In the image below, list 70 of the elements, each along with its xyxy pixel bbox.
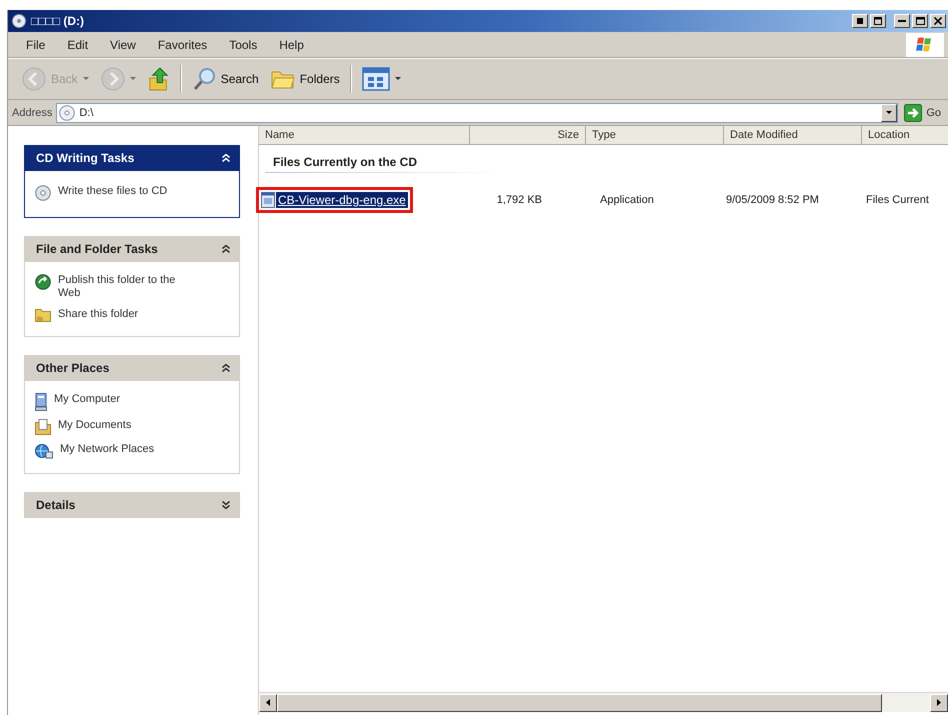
minimize-button[interactable]	[894, 14, 910, 28]
panel-title[interactable]: CD Writing Tasks	[36, 151, 134, 165]
maximize-button[interactable]	[912, 14, 928, 28]
close-button[interactable]	[930, 14, 946, 28]
address-field[interactable]: D:\	[56, 102, 898, 122]
double-chevron-down-icon[interactable]	[222, 501, 230, 509]
maximize-icon	[916, 17, 924, 25]
column-header[interactable]: Name	[259, 126, 470, 144]
column-header[interactable]: Location	[862, 126, 948, 144]
menu-item[interactable]: Tools	[221, 38, 266, 52]
globe-icon	[35, 274, 51, 290]
caret-icon	[82, 77, 89, 80]
horizontal-scrollbar[interactable]	[259, 692, 948, 712]
task-link[interactable]: Share this folder	[35, 308, 199, 322]
column-header[interactable]: Size	[470, 126, 586, 144]
caret-icon	[130, 77, 136, 80]
network-icon	[35, 443, 53, 459]
window-frame-icon	[874, 17, 882, 25]
search-button[interactable]: Search	[186, 62, 265, 96]
panel-title[interactable]: Other Places	[36, 361, 110, 375]
flag-logo-icon	[906, 32, 944, 56]
right-triangle-icon	[937, 699, 941, 706]
file-name[interactable]: CB-Viewer-dbg-eng.exe	[276, 192, 408, 208]
menu-item[interactable]: View	[102, 38, 144, 52]
column-header[interactable]: Date Modified	[724, 126, 862, 144]
caret-icon	[886, 111, 892, 114]
disc-icon	[59, 104, 76, 120]
file-date: 9/05/2009 8:52 PM	[725, 194, 820, 206]
panel-title[interactable]: File and Folder Tasks	[36, 242, 158, 256]
folder-icon	[35, 308, 51, 322]
close-icon	[934, 17, 942, 25]
double-chevron-up-icon[interactable]	[222, 364, 230, 372]
address-label: Address	[12, 106, 52, 118]
file-size: 1,792 KB	[496, 194, 543, 206]
group-header: Files Currently on the CD	[273, 155, 418, 169]
task-link[interactable]: Write these files to CD	[35, 185, 199, 201]
file-type: Application	[599, 194, 655, 206]
menu-item[interactable]: File	[18, 38, 54, 52]
views-icon	[362, 66, 390, 90]
address-value: D:\	[79, 106, 94, 118]
window-title: □□□□ (D:)	[31, 14, 84, 28]
disc-icon	[35, 185, 51, 201]
menu-item[interactable]: Favorites	[150, 38, 216, 52]
task-link[interactable]: My Computer	[35, 393, 199, 411]
menu-item[interactable]: Help	[271, 38, 312, 52]
application-file-icon	[261, 192, 275, 208]
column-header[interactable]: Type	[586, 126, 724, 144]
caret-icon	[394, 77, 401, 80]
disc-icon	[12, 14, 26, 28]
double-chevron-up-icon[interactable]	[222, 245, 230, 253]
scroll-left-button[interactable]	[259, 694, 277, 712]
scroll-right-button[interactable]	[930, 694, 948, 712]
caption-button[interactable]	[852, 14, 868, 28]
folders-button[interactable]: Folders	[264, 62, 346, 96]
scrollbar-thumb[interactable]	[277, 694, 882, 712]
caption-button[interactable]	[870, 14, 886, 28]
document-folder-icon	[35, 419, 51, 435]
task-link[interactable]: My Network Places	[35, 443, 199, 459]
search-icon	[192, 66, 216, 90]
minimize-icon	[898, 20, 906, 22]
menu-item[interactable]: Edit	[59, 38, 96, 52]
left-triangle-icon	[266, 699, 270, 706]
task-link[interactable]: My Documents	[35, 419, 199, 435]
dropdown-button[interactable]	[881, 104, 898, 122]
go-button[interactable]: Go	[902, 102, 945, 124]
computer-icon	[35, 393, 47, 411]
task-link[interactable]: Publish this folder to the Web	[35, 274, 199, 300]
file-location: Files Current	[865, 194, 930, 206]
up-folder-icon	[148, 66, 170, 90]
panel-title[interactable]: Details	[36, 498, 76, 512]
